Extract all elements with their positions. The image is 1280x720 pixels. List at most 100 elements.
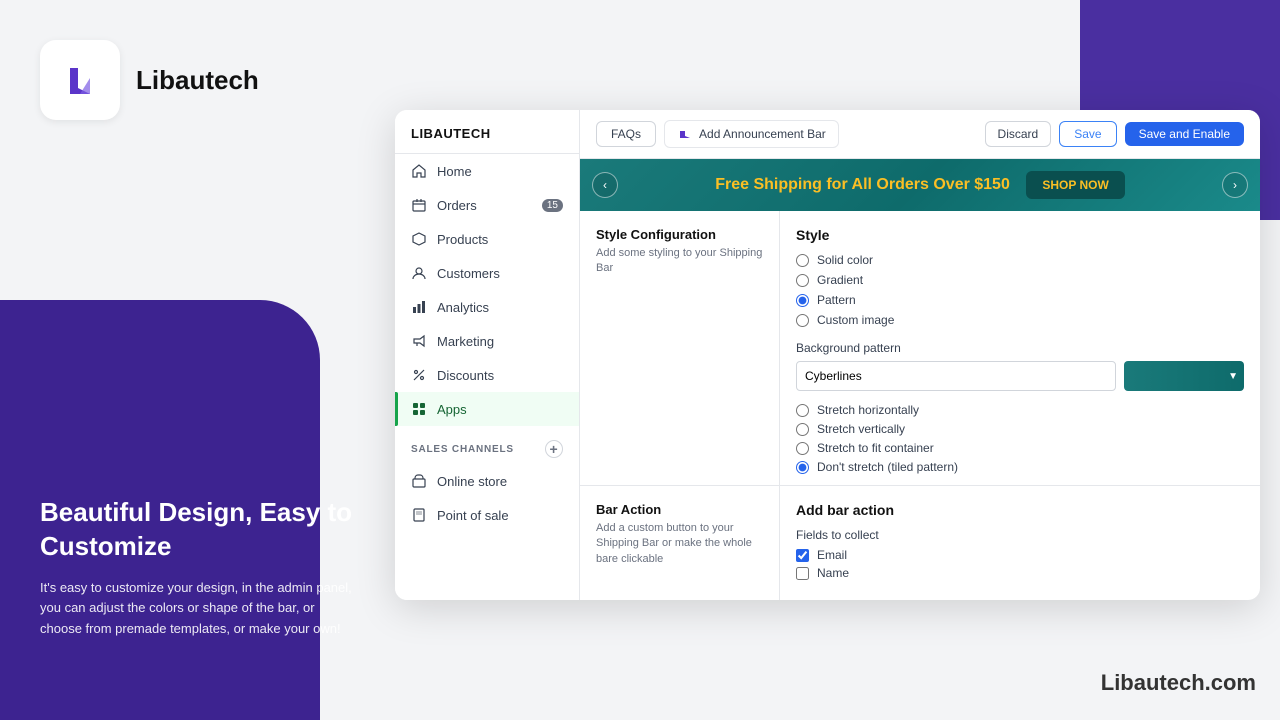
orders-badge: 15 [542,199,563,212]
analytics-icon [411,299,427,315]
marketing-icon [411,333,427,349]
chevron-down-icon: ▼ [1228,371,1238,382]
pattern-input[interactable] [796,361,1116,391]
admin-window: LIBAUTECH Home Orders 15 [395,110,1260,600]
orders-icon [411,197,427,213]
pos-icon [411,507,427,523]
bar-action-left: Bar Action Add a custom button to your S… [580,486,780,600]
sidebar-item-discounts[interactable]: Discounts [395,358,579,392]
stretch-h-label: Stretch horizontally [817,403,919,417]
bar-action-area: Bar Action Add a custom button to your S… [580,485,1260,600]
preview-text: Free Shipping for All Orders Over $150 S… [618,176,1222,194]
style-config-title: Style Configuration [596,227,763,242]
radio-stretch-fit[interactable]: Stretch to fit container [796,441,1244,455]
save-enable-button[interactable]: Save and Enable [1125,122,1244,146]
stretch-v-label: Stretch vertically [817,422,905,436]
sidebar-item-apps[interactable]: Apps [395,392,579,426]
name-checkbox-label: Name [817,566,849,580]
radio-no-stretch[interactable]: Don't stretch (tiled pattern) [796,460,1244,474]
radio-stretch-v[interactable]: Stretch vertically [796,422,1244,436]
hero-body: It's easy to customize your design, in t… [40,578,360,640]
fields-to-collect-label: Fields to collect [796,528,1244,542]
sidebar-item-customers[interactable]: Customers [395,256,579,290]
radio-gradient-label: Gradient [817,273,863,287]
email-checkbox-label: Email [817,548,847,562]
radio-pattern-label: Pattern [817,293,856,307]
save-button[interactable]: Save [1059,121,1116,147]
logo-area: Libautech [40,40,259,120]
preview-nav-left[interactable]: ‹ [592,172,618,198]
header-actions: Discard Save Save and Enable [985,121,1244,147]
watermark: Libautech.com [1101,670,1256,696]
shop-now-button[interactable]: SHOP NOW [1026,171,1124,199]
header-tabs: FAQs Add Announcement Bar [596,120,839,148]
bar-action-right: Add bar action Fields to collect Email N… [780,486,1260,600]
main-content: FAQs Add Announcement Bar Discard Save S… [580,110,1260,600]
radio-stretch-h[interactable]: Stretch horizontally [796,403,1244,417]
announcement-tab-icon [677,126,693,142]
logo-box [40,40,120,120]
logo-name: Libautech [136,65,259,96]
checkbox-name[interactable]: Name [796,566,1244,580]
products-icon [411,231,427,247]
discard-button[interactable]: Discard [985,121,1052,147]
sidebar-item-label: Orders [437,198,477,213]
no-stretch-label: Don't stretch (tiled pattern) [817,460,958,474]
apps-icon [411,401,427,417]
sidebar-item-label: Products [437,232,488,247]
sidebar-item-label: Online store [437,474,507,489]
store-icon [411,473,427,489]
pattern-color-bar[interactable]: ▼ [1124,361,1244,391]
hero-heading: Beautiful Design, Easy to Customize [40,496,360,564]
radio-solid-label: Solid color [817,253,873,267]
sidebar-item-label: Analytics [437,300,489,315]
sidebar-item-label: Customers [437,266,500,281]
sidebar-item-label: Marketing [437,334,494,349]
style-config-left: Style Configuration Add some styling to … [580,211,780,485]
preview-nav-right[interactable]: › [1222,172,1248,198]
sidebar-item-point-of-sale[interactable]: Point of sale [395,498,579,532]
tab-faqs[interactable]: FAQs [596,121,656,147]
sidebar-item-orders[interactable]: Orders 15 [395,188,579,222]
name-checkbox[interactable] [796,567,809,580]
style-config-subtitle: Add some styling to your Shipping Bar [596,246,763,277]
header-bar: FAQs Add Announcement Bar Discard Save S… [580,110,1260,159]
sidebar-item-marketing[interactable]: Marketing [395,324,579,358]
add-bar-label: Add bar action [796,502,1244,518]
tab-announcement[interactable]: Add Announcement Bar [664,120,839,148]
home-icon [411,163,427,179]
preview-highlight-text: Over $150 [933,176,1010,193]
config-area: Style Configuration Add some styling to … [580,211,1260,485]
style-radio-group: Solid color Gradient Pattern Custom imag… [796,253,1244,327]
radio-custom-label: Custom image [817,313,894,327]
sidebar: LIBAUTECH Home Orders 15 [395,110,580,600]
pattern-row: ▼ [796,361,1244,391]
radio-custom-image[interactable]: Custom image [796,313,1244,327]
sidebar-item-products[interactable]: Products [395,222,579,256]
radio-solid-color[interactable]: Solid color [796,253,1244,267]
bar-action-title: Bar Action [596,502,763,517]
announcement-preview: ‹ Free Shipping for All Orders Over $150… [580,159,1260,211]
sidebar-item-label: Discounts [437,368,494,383]
sidebar-item-home[interactable]: Home [395,154,579,188]
add-channel-button[interactable]: + [545,440,563,458]
customers-icon [411,265,427,281]
bg-pattern-label: Background pattern [796,341,1244,355]
preview-main-text: Free Shipping for All Orders [715,176,929,193]
style-right-label: Style [796,227,1244,243]
sidebar-item-online-store[interactable]: Online store [395,464,579,498]
radio-pattern[interactable]: Pattern [796,293,1244,307]
checkbox-email[interactable]: Email [796,548,1244,562]
stretch-fit-label: Stretch to fit container [817,441,934,455]
sidebar-item-label: Home [437,164,472,179]
discounts-icon [411,367,427,383]
style-config-right: Style Solid color Gradient Pattern [780,211,1260,485]
hero-text-area: Beautiful Design, Easy to Customize It's… [40,496,360,640]
sidebar-item-label: Apps [437,402,467,417]
libautech-logo-icon [58,58,102,102]
sidebar-item-analytics[interactable]: Analytics [395,290,579,324]
radio-gradient[interactable]: Gradient [796,273,1244,287]
sidebar-item-label: Point of sale [437,508,509,523]
sidebar-brand: LIBAUTECH [395,110,579,154]
email-checkbox[interactable] [796,549,809,562]
